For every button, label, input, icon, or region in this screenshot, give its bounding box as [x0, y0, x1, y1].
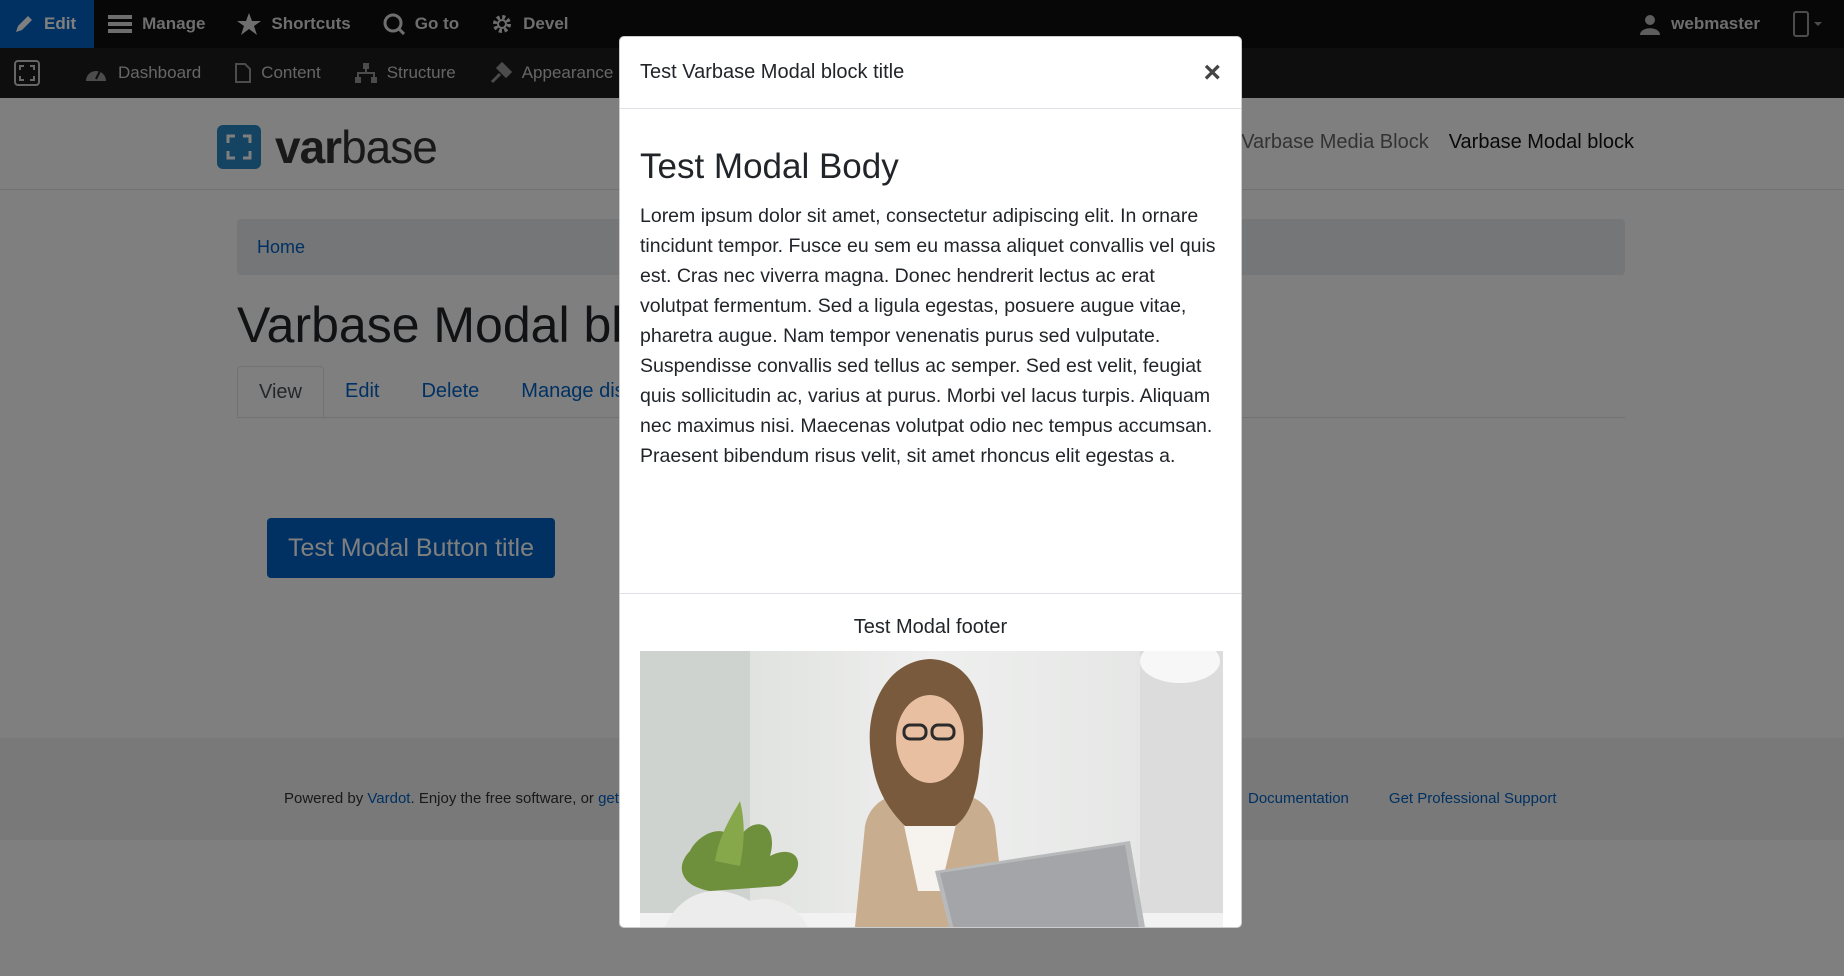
modal-body: Test Modal Body Lorem ipsum dolor sit am… — [620, 109, 1241, 594]
modal-title: Test Varbase Modal block title — [640, 61, 905, 83]
modal-footer: Test Modal footer — [620, 594, 1241, 927]
modal-body-heading: Test Modal Body — [640, 147, 899, 186]
modal-close-button[interactable]: × — [1203, 57, 1221, 88]
modal-body-text: Lorem ipsum dolor sit amet, consectetur … — [640, 205, 1216, 467]
woman-laptop-image — [640, 651, 1223, 927]
modal-dialog: Test Varbase Modal block title × Test Mo… — [619, 36, 1242, 928]
modal-header: Test Varbase Modal block title × — [620, 37, 1241, 109]
modal-footer-caption: Test Modal footer — [853, 616, 1008, 638]
